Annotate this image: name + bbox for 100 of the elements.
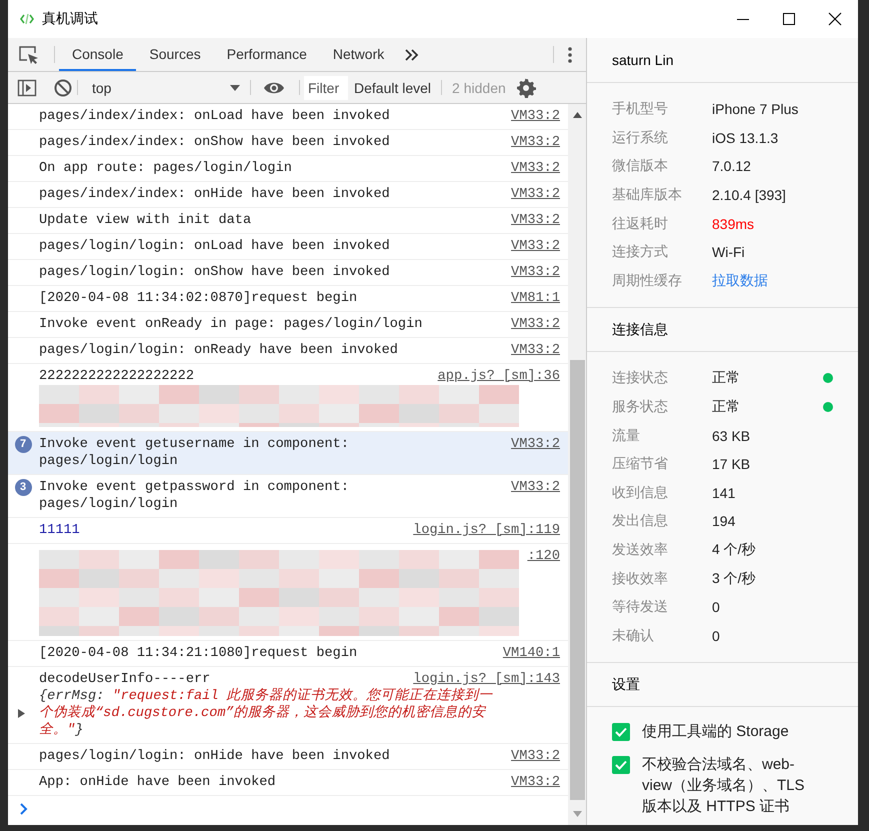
source-link[interactable]: VM33:2 — [511, 342, 560, 359]
log-text: Invoke event onReady in page: pages/login/login — [39, 316, 424, 333]
source-link[interactable]: VM33:2 — [511, 160, 560, 177]
sidebar-toggle-icon[interactable] — [17, 78, 37, 98]
expand-arrow-icon[interactable] — [17, 709, 25, 718]
log-text: Update view with init data — [39, 212, 252, 229]
log-text: 2222222222222222222 — [39, 368, 195, 385]
context-dropdown[interactable]: top — [86, 76, 246, 100]
info-value: 0 — [712, 599, 721, 616]
info-value: 正常 — [712, 369, 741, 388]
close-icon — [828, 12, 842, 26]
source-link[interactable]: :120 — [527, 548, 560, 565]
log-text: App: onHide have been invoked — [39, 774, 277, 791]
info-label: 接收效率 — [612, 570, 669, 588]
checkbox[interactable] — [612, 756, 630, 774]
info-label: 周期性缓存 — [612, 272, 683, 290]
info-label: 等待发送 — [612, 598, 669, 616]
source-link[interactable]: VM33:2 — [511, 748, 560, 765]
info-label: 发出信息 — [612, 512, 669, 530]
info-label: 发送效率 — [612, 541, 669, 560]
source-link[interactable]: VM33:2 — [511, 212, 560, 229]
log-text: pages/index/index: onHide have been invoked — [39, 186, 391, 203]
log-text: decodeUserInfo----err — [39, 671, 210, 688]
info-value: 7.0.12 — [712, 158, 752, 174]
log-text: pages/login/login: onHide have been invoked — [39, 748, 391, 765]
info-value: 194 — [712, 513, 736, 530]
source-link[interactable]: login.js? [sm]:119 — [413, 522, 560, 539]
log-number: 11111 — [39, 522, 81, 539]
minimize-icon — [737, 18, 749, 20]
source-link[interactable]: VM33:2 — [511, 108, 560, 125]
log-text: Invoke event getpassword in component: pages/login/login — [39, 479, 350, 513]
log-text: [2020-04-08 11:34:21:1080]request begin — [39, 645, 358, 662]
repeat-count: 3 — [14, 479, 32, 496]
maximize-icon — [782, 12, 796, 26]
devtools-tab[interactable]: Network — [320, 38, 398, 71]
log-text: pages/login/login: onReady have been invoked — [39, 342, 399, 359]
scrollbar-thumb[interactable] — [570, 360, 584, 800]
info-value: Wi-Fi — [712, 244, 746, 260]
log-text: pages/login/login: onLoad have been invoked — [39, 238, 391, 255]
source-link[interactable]: VM33:2 — [511, 238, 560, 255]
info-label: 基础库版本 — [612, 186, 683, 204]
inspect-element-button[interactable] — [18, 45, 40, 65]
source-link[interactable]: VM33:2 — [511, 186, 560, 203]
info-label: 连接状态 — [612, 369, 669, 388]
info-label: 连接方式 — [612, 243, 669, 262]
info-label: 微信版本 — [612, 157, 669, 176]
info-value: iOS 13.1.3 — [712, 130, 780, 146]
clear-console-icon[interactable] — [53, 78, 73, 98]
devtools-tab[interactable]: Sources — [136, 38, 214, 71]
checkbox[interactable] — [612, 723, 630, 742]
caret-icon — [230, 84, 240, 90]
info-label: 收到信息 — [612, 484, 669, 502]
source-link[interactable]: VM33:2 — [511, 436, 560, 453]
log-text: pages/index/index: onLoad have been invoked — [39, 108, 391, 125]
filter-field[interactable]: Filter — [304, 76, 348, 100]
info-value: 63 KB — [712, 428, 752, 444]
more-options-icon[interactable] — [568, 46, 572, 62]
info-label: 服务状态 — [612, 398, 669, 416]
setting-label: 不校验合法域名、web-view（业务域名）、TLS 版本以及 HTTPS 证书 — [642, 755, 806, 818]
fetch-data-link[interactable]: 拉取数据 — [712, 272, 833, 290]
settings-icon[interactable] — [516, 78, 536, 98]
info-label: 压缩节省 — [612, 455, 669, 474]
repeat-count: 7 — [14, 436, 32, 453]
info-label: 流量 — [612, 426, 641, 445]
code-icon — [20, 13, 34, 25]
source-link[interactable]: VM33:2 — [511, 264, 560, 281]
info-label: 未确认 — [612, 626, 655, 645]
section-title: 设置 — [587, 663, 858, 708]
section-title: 连接信息 — [587, 308, 858, 352]
log-text: pages/index/index: onShow have been invoked — [39, 134, 391, 151]
info-value: 3 个/秒 — [712, 570, 757, 588]
log-level-dropdown[interactable]: Default level — [348, 80, 438, 96]
info-label: 运行系统 — [612, 128, 669, 147]
info-value: 正常 — [712, 398, 741, 416]
user-name: saturn Lin — [587, 38, 858, 83]
source-link[interactable]: VM81:1 — [511, 290, 560, 307]
scroll-up-icon[interactable] — [572, 112, 582, 118]
info-value: iPhone 7 Plus — [712, 101, 800, 118]
log-text: [2020-04-08 11:34:02:0870]request begin — [39, 290, 358, 307]
info-label: 往返耗时 — [612, 214, 669, 233]
source-link[interactable]: VM33:2 — [511, 316, 560, 333]
source-link[interactable]: VM33:2 — [511, 479, 560, 496]
setting-label: 使用工具端的 Storage — [642, 722, 790, 742]
source-link[interactable]: app.js? [sm]:36 — [438, 368, 560, 385]
info-value: 17 KB — [712, 456, 752, 472]
info-value: 2.10.4 [393] — [712, 187, 787, 204]
log-text: On app route: pages/login/login — [39, 160, 293, 177]
hidden-count: 2 hidden — [451, 80, 507, 96]
window-title: 真机调试 — [42, 10, 98, 28]
devtools-tab[interactable]: Performance — [214, 38, 320, 71]
prompt-icon[interactable] — [20, 803, 28, 815]
info-label: 手机型号 — [612, 100, 669, 118]
log-text: pages/login/login: onShow have been invoked — [39, 264, 391, 281]
source-link[interactable]: login.js? [sm]:143 — [413, 671, 560, 688]
log-text: Invoke event getusername in component: pages/login/login — [39, 436, 350, 470]
info-value: 141 — [712, 484, 736, 501]
source-link[interactable]: VM33:2 — [511, 774, 560, 791]
info-value: 839ms — [712, 216, 756, 232]
source-link[interactable]: VM140:1 — [502, 645, 560, 662]
source-link[interactable]: VM33:2 — [511, 134, 560, 151]
